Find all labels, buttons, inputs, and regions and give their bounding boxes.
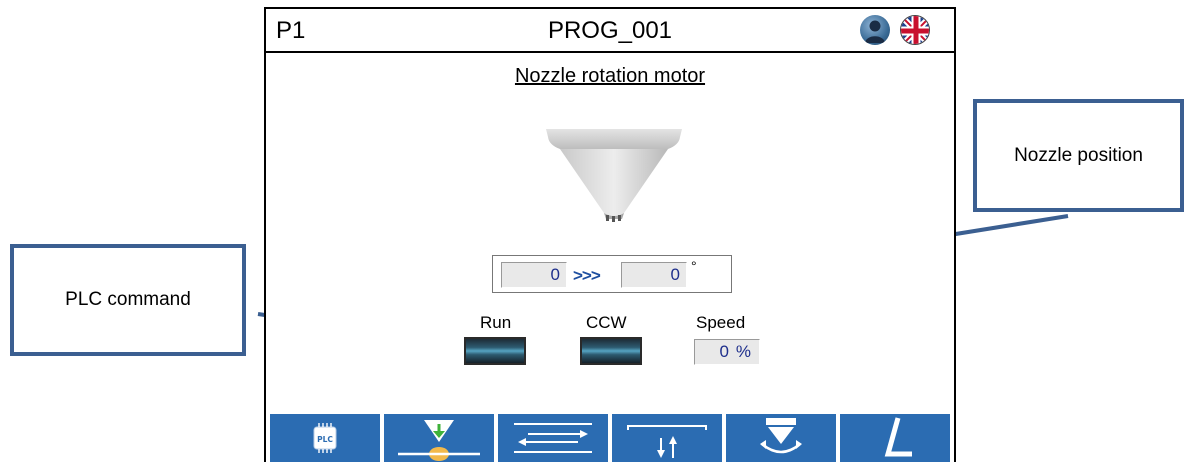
plc-command-text: PLC command [65, 289, 191, 310]
nav-exchange-button[interactable] [498, 414, 608, 462]
arrow-indicator: >>> [573, 266, 601, 285]
angle-icon [884, 417, 912, 457]
nozzle-down-icon [398, 420, 480, 461]
nav-vertical-button[interactable] [612, 414, 722, 462]
nozzle-position-text: Nozzle position [1014, 144, 1143, 166]
program-name: PROG_001 [547, 17, 673, 44]
run-label: Run [480, 313, 512, 332]
bottom-navigation-bar: PLC [266, 414, 954, 462]
vertical-arrows-icon [627, 425, 707, 458]
degree-unit: ° [691, 258, 697, 274]
documentation-figure: P1 PROG_001 Nozzle rotation motor 0 >>> … [0, 0, 1186, 463]
speed-label: Speed [696, 313, 746, 332]
nav-plc-button[interactable]: PLC [270, 414, 380, 462]
hmi-screen: P1 PROG_001 Nozzle rotation motor 0 >>> … [264, 7, 956, 462]
user-icon[interactable] [860, 15, 890, 45]
ccw-indicator-lamp [580, 337, 642, 365]
nozzle-position-display: 0 >>> 0 ° [492, 255, 732, 293]
screen-title: Nozzle rotation motor [514, 65, 706, 87]
rotation-icon [760, 418, 802, 454]
plc-command-callout: PLC command [10, 244, 246, 356]
speed-unit: % [735, 342, 751, 361]
speed-value: 0 [719, 342, 729, 361]
nozzle-position-callout: Nozzle position [973, 99, 1184, 212]
exchange-arrows-icon [514, 423, 592, 453]
nozzle-image [546, 129, 682, 222]
uk-flag-icon[interactable] [900, 15, 930, 45]
nav-nozzle-button[interactable] [384, 414, 494, 462]
ccw-label: CCW [586, 313, 627, 332]
target-position-field[interactable]: 0 [621, 262, 687, 288]
nav-angle-button[interactable] [840, 414, 950, 462]
svg-text:PLC: PLC [317, 435, 333, 444]
nav-rotation-button[interactable] [726, 414, 836, 462]
speed-field: 0 % [694, 339, 760, 365]
actual-position-field: 0 [501, 262, 567, 288]
run-indicator-lamp [464, 337, 526, 365]
plc-icon: PLC [313, 423, 337, 453]
title-bar: P1 PROG_001 [266, 9, 954, 53]
